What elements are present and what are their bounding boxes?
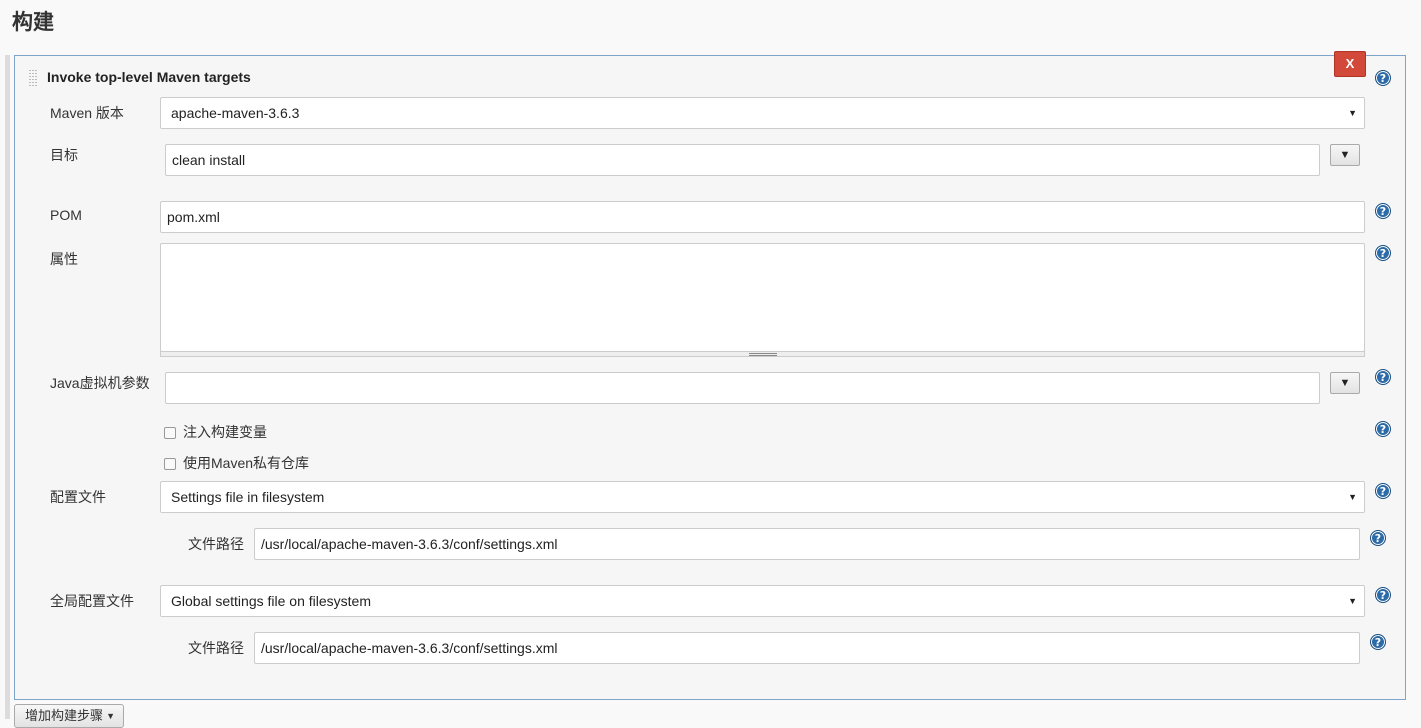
global-settings-path-help-icon[interactable]: ?	[1370, 634, 1386, 650]
add-build-step-label: 增加构建步骤	[25, 708, 104, 723]
goals-input[interactable]: clean install	[165, 144, 1320, 176]
maven-version-value: apache-maven-3.6.3	[171, 105, 300, 121]
global-settings-help-icon[interactable]: ?	[1375, 587, 1391, 603]
add-build-step-button[interactable]: 增加构建步骤 ▼	[14, 704, 124, 728]
settings-path-input[interactable]: /usr/local/apache-maven-3.6.3/conf/setti…	[254, 528, 1360, 560]
section-left-bar	[5, 55, 10, 719]
private-repo-checkbox[interactable]	[164, 458, 176, 470]
chevron-down-icon: ▼	[1348, 492, 1357, 502]
jvm-options-expand-button[interactable]: ▼	[1330, 372, 1360, 394]
inject-build-vars-checkbox[interactable]	[164, 427, 176, 439]
build-step-title: Invoke top-level Maven targets	[47, 69, 251, 85]
global-settings-label: 全局配置文件	[50, 593, 134, 609]
settings-value: Settings file in filesystem	[171, 489, 325, 505]
properties-help-icon[interactable]: ?	[1375, 245, 1391, 261]
chevron-down-icon: ▼	[1348, 108, 1357, 118]
goals-expand-button[interactable]: ▼	[1330, 144, 1360, 166]
drag-handle-icon[interactable]	[28, 70, 38, 86]
global-settings-value: Global settings file on filesystem	[171, 593, 371, 609]
chevron-down-icon: ▼	[106, 711, 115, 721]
properties-label: 属性	[50, 251, 78, 267]
maven-version-label: Maven 版本	[50, 105, 124, 121]
settings-path-label: 文件路径	[188, 536, 244, 552]
delete-step-button[interactable]: X	[1334, 51, 1366, 77]
pom-help-icon[interactable]: ?	[1375, 203, 1391, 219]
textarea-resize-grip[interactable]	[160, 351, 1365, 357]
inject-build-vars-label: 注入构建变量	[183, 424, 267, 440]
global-settings-path-input[interactable]: /usr/local/apache-maven-3.6.3/conf/setti…	[254, 632, 1360, 664]
jvm-options-input[interactable]	[165, 372, 1320, 404]
goals-label: 目标	[50, 147, 78, 163]
maven-version-select[interactable]: apache-maven-3.6.3 ▼	[160, 97, 1365, 129]
chevron-down-icon: ▼	[1348, 596, 1357, 606]
global-settings-path-label: 文件路径	[188, 640, 244, 656]
settings-label: 配置文件	[50, 489, 106, 505]
jvm-options-label: Java虚拟机参数	[50, 375, 150, 391]
step-help-icon[interactable]: ?	[1375, 70, 1391, 86]
settings-select[interactable]: Settings file in filesystem ▼	[160, 481, 1365, 513]
pom-label: POM	[50, 207, 82, 223]
private-repo-label: 使用Maven私有仓库	[183, 455, 310, 471]
global-settings-select[interactable]: Global settings file on filesystem ▼	[160, 585, 1365, 617]
section-title: 构建	[12, 11, 54, 34]
pom-input[interactable]: pom.xml	[160, 201, 1365, 233]
inject-build-vars-help-icon[interactable]: ?	[1375, 421, 1391, 437]
settings-help-icon[interactable]: ?	[1375, 483, 1391, 499]
properties-textarea[interactable]	[160, 243, 1365, 352]
settings-path-help-icon[interactable]: ?	[1370, 530, 1386, 546]
jvm-options-help-icon[interactable]: ?	[1375, 369, 1391, 385]
grip-lines	[749, 353, 777, 356]
